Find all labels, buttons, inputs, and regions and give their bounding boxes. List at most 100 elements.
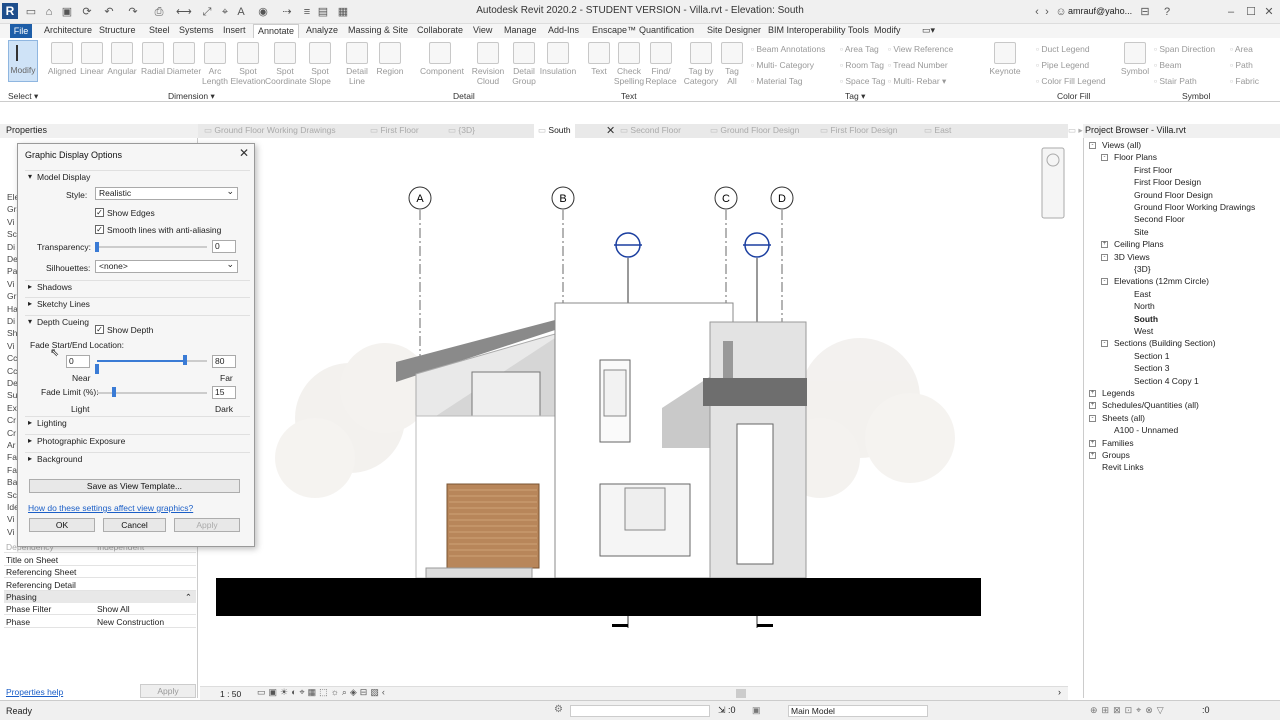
editable-icon[interactable]: ⇲ [718, 705, 726, 716]
view-tab-ground-floor-working-drawings[interactable]: Ground Floor Working Drawings [204, 124, 335, 138]
browser-item-ground-floor-design[interactable]: Ground Floor Design [1134, 190, 1213, 200]
dimension-spot-tool[interactable]: Spot Elevation [228, 42, 268, 86]
user-icon[interactable]: ☺ [1054, 5, 1068, 19]
transparency-slider[interactable] [95, 242, 99, 252]
smooth-lines-checkbox[interactable]: ✓ [95, 225, 104, 234]
horizontal-scrollbar[interactable] [736, 689, 746, 698]
expand-toggle-icon[interactable]: - [1101, 253, 1108, 261]
background-section[interactable]: Background [25, 452, 250, 465]
symbol-small-3[interactable]: Area [1230, 44, 1253, 54]
browser-item-section-4-copy-1[interactable]: Section 4 Copy 1 [1134, 376, 1199, 386]
view-tabs-menu-icon[interactable]: ▸ [1068, 124, 1082, 138]
browser-item-ground-floor-working-drawings[interactable]: Ground Floor Working Drawings [1134, 202, 1255, 212]
ribbon-tab-site-designer[interactable]: Site Designer [707, 25, 761, 35]
symbol-small-2[interactable]: Stair Path [1154, 76, 1196, 86]
browser-item-east[interactable]: East [1134, 289, 1151, 299]
browser-item-section-3[interactable]: Section 3 [1134, 363, 1169, 373]
ribbon-tab-structure[interactable]: Structure [99, 25, 136, 35]
ribbon-tab-quantification[interactable]: Quantification [639, 25, 694, 35]
symbol-tool[interactable]: Symbol [1115, 42, 1155, 76]
browser-item-a100-unnamed[interactable]: A100 - Unnamed [1114, 425, 1178, 435]
view-tab-first-floor-design[interactable]: First Floor Design [820, 124, 897, 138]
show-edges-checkbox[interactable]: ✓ [95, 208, 104, 217]
collapse-icon[interactable]: ⌃ [185, 591, 192, 603]
ribbon-tab-manage[interactable]: Manage [504, 25, 537, 35]
browser-item-ceiling-plans[interactable]: Ceiling Plans [1114, 239, 1164, 249]
ribbon-dropdown-icon[interactable]: ▭▾ [922, 25, 935, 36]
browser-item-schedules-quantities-all-[interactable]: Schedules/Quantities (all) [1102, 400, 1199, 410]
tag-small-3[interactable]: Area Tag [840, 44, 879, 54]
tag-small-2[interactable]: Material Tag [751, 76, 802, 86]
dialog-close-icon[interactable]: ✕ [239, 146, 249, 160]
symbol-small-0[interactable]: Span Direction [1154, 44, 1215, 54]
colorfill-small-1[interactable]: Pipe Legend [1036, 60, 1089, 70]
close-view-tab-icon[interactable]: ✕ [606, 124, 615, 137]
browser-item-revit-links[interactable]: Revit Links [1102, 462, 1144, 472]
expand-toggle-icon[interactable]: - [1089, 414, 1096, 422]
view-tab--3d-[interactable]: {3D} [448, 124, 475, 138]
detail-insulation-tool[interactable]: Insulation [538, 42, 578, 76]
show-depth-checkbox[interactable]: ✓ [95, 325, 104, 334]
minimize-icon[interactable]: – [1224, 5, 1238, 19]
phasing-row[interactable]: Phase Filter Show All [4, 603, 196, 615]
near-input[interactable]: 0 [66, 355, 90, 368]
apply-button[interactable]: Apply [174, 518, 240, 532]
expand-toggle-icon[interactable]: - [1101, 154, 1108, 162]
browser-item--3d-[interactable]: {3D} [1134, 264, 1151, 274]
style-select[interactable]: Realistic [95, 186, 238, 200]
ribbon-tab-insert[interactable]: Insert [223, 25, 246, 35]
expand-toggle-icon[interactable]: + [1089, 439, 1096, 447]
property-row[interactable]: Referencing Sheet [4, 566, 196, 578]
dimension-group-label[interactable]: Dimension ▾ [168, 91, 215, 102]
tag-small-5[interactable]: Space Tag [840, 76, 885, 86]
close-window-icon[interactable]: ✕ [1262, 5, 1276, 19]
property-value[interactable]: New Construction [97, 616, 164, 628]
tag-small-6[interactable]: View Reference [888, 44, 953, 54]
browser-item-elevations-12mm-circle-[interactable]: Elevations (12mm Circle) [1114, 276, 1209, 286]
store-icon[interactable]: ⊟ [1138, 5, 1152, 19]
ribbon-tab-add-ins[interactable]: Add-Ins [548, 25, 579, 35]
dimension-spot-tool[interactable]: Spot Slope [300, 42, 340, 86]
workset-select[interactable] [570, 705, 710, 717]
select-group-label[interactable]: Select ▾ [8, 91, 38, 102]
tag-small-8[interactable]: Multi- Rebar ▾ [888, 76, 946, 87]
save-view-template-button[interactable]: Save as View Template... [29, 479, 240, 493]
browser-item-views-all-[interactable]: Views (all) [1102, 140, 1141, 150]
properties-help-link[interactable]: Properties help [6, 687, 63, 697]
symbol-small-5[interactable]: Fabric [1230, 76, 1259, 86]
ribbon-tab-architecture[interactable]: Architecture [44, 25, 92, 35]
silhouettes-select[interactable]: <none> [95, 259, 238, 273]
browser-item-second-floor[interactable]: Second Floor [1134, 214, 1185, 224]
ribbon-tab-analyze[interactable]: Analyze [306, 25, 338, 35]
text-find-tool[interactable]: Find/ Replace [641, 42, 681, 86]
fade-limit-slider[interactable] [111, 387, 116, 397]
property-value[interactable]: Show All [97, 603, 130, 615]
colorfill-small-2[interactable]: Color Fill Legend [1036, 76, 1105, 86]
view-graphics-help-link[interactable]: How do these settings affect view graphi… [28, 503, 193, 513]
browser-item-section-1[interactable]: Section 1 [1134, 351, 1169, 361]
ribbon-tab-steel[interactable]: Steel [149, 25, 170, 35]
phasing-row[interactable]: Phase New Construction [4, 616, 196, 628]
shadows-section[interactable]: Shadows [25, 280, 250, 293]
expand-toggle-icon[interactable]: - [1101, 340, 1108, 348]
sketchy-lines-section[interactable]: Sketchy Lines [25, 297, 250, 310]
view-control-icons[interactable]: ▭▣☀◐⌖▦⬚☼⌕◈⊟▧‹ [257, 687, 388, 698]
near-slider[interactable] [95, 364, 99, 374]
modify-button[interactable]: Modify [8, 40, 38, 82]
expand-toggle-icon[interactable]: + [1089, 402, 1096, 410]
browser-item-site[interactable]: Site [1134, 227, 1149, 237]
browser-item-sheets-all-[interactable]: Sheets (all) [1102, 413, 1145, 423]
ribbon-tab-enscape-[interactable]: Enscape™ [592, 25, 636, 35]
scroll-right-icon[interactable]: › [1058, 687, 1061, 697]
expand-toggle-icon[interactable]: - [1089, 142, 1096, 149]
selection-filter-icons[interactable]: ⊕⊞⊠⊡⌖⊗▽ [1090, 705, 1168, 716]
symbol-small-4[interactable]: Path [1230, 60, 1253, 70]
cancel-button[interactable]: Cancel [103, 518, 166, 532]
browser-item-families[interactable]: Families [1102, 438, 1134, 448]
design-options-icon[interactable]: ▣ [752, 705, 761, 716]
detail-revision-tool[interactable]: Revision Cloud [468, 42, 508, 86]
properties-apply-button[interactable]: Apply [140, 684, 196, 698]
drawing-canvas[interactable]: A B C D [200, 138, 1068, 686]
ribbon-tab-modify[interactable]: Modify [874, 25, 901, 35]
ribbon-tab-bim-interoperability-tools[interactable]: BIM Interoperability Tools [768, 25, 869, 35]
